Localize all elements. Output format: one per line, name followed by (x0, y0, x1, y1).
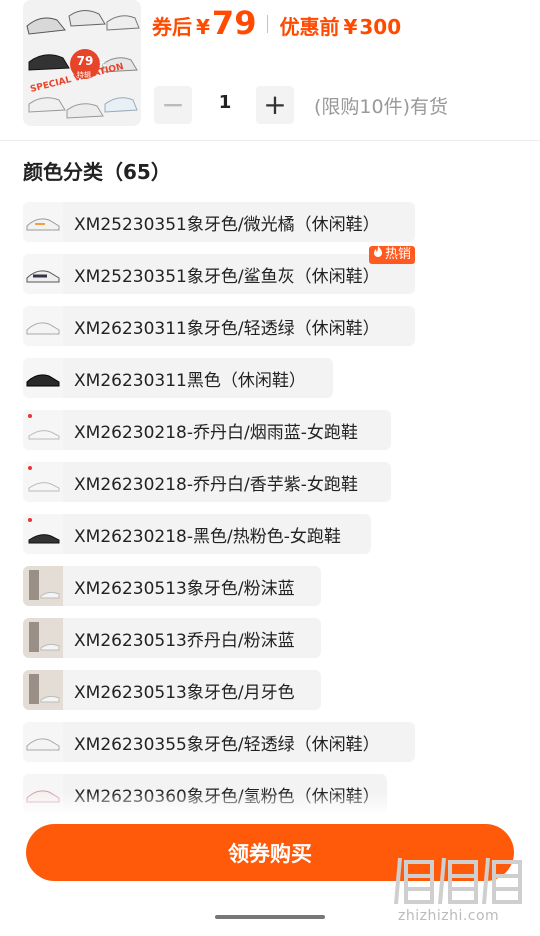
color-option[interactable]: XM26230513象牙色/粉沫蓝 (23, 566, 321, 606)
white-running-shoe-icon (23, 462, 63, 502)
color-option-label: XM26230218-乔丹白/烟雨蓝-女跑鞋 (74, 422, 358, 443)
color-option-label: XM26230513象牙色/月牙色 (74, 682, 295, 703)
home-indicator[interactable] (215, 915, 325, 919)
color-option-label: XM26230311黑色（休闲鞋） (74, 370, 306, 391)
color-option-label: XM26230311象牙色/轻透绿（休闲鞋） (74, 318, 380, 339)
product-summary: SPECIAL VACATION 79 元 特辑 券后 ¥ 79 优惠前 ¥ 3… (0, 0, 540, 141)
thumb-badge-unit: 元 (99, 59, 106, 67)
increment-button[interactable]: + (256, 86, 294, 124)
color-option[interactable]: XM26230218-黑色/热粉色-女跑鞋 (23, 514, 371, 554)
watermark-text: zhizhizhi.com (398, 908, 500, 924)
model-photo-icon (23, 618, 63, 658)
hot-sale-badge-text: 热销 (384, 247, 411, 262)
model-photo-icon (23, 566, 63, 606)
color-option[interactable]: XM25230351象牙色/微光橘（休闲鞋） (23, 202, 415, 242)
color-option[interactable]: XM26230311黑色（休闲鞋） (23, 358, 333, 398)
color-option-label: XM25230351象牙色/鲨鱼灰（休闲鞋） (74, 266, 380, 287)
plus-icon: + (263, 88, 287, 121)
white-gray-sneaker-icon (23, 254, 63, 294)
color-option-label: XM26230513象牙色/粉沫蓝 (74, 578, 295, 599)
stock-note: (限购10件)有货 (314, 96, 449, 118)
original-price: 300 (359, 15, 402, 39)
color-option-label: XM25230351象牙色/微光橘（休闲鞋） (74, 214, 380, 235)
flame-icon (373, 246, 383, 264)
original-currency-symbol: ¥ (343, 15, 358, 39)
color-option[interactable]: XM26230355象牙色/轻透绿（休闲鞋） (23, 722, 415, 762)
minus-icon: − (161, 88, 185, 121)
color-option[interactable]: XM26230513象牙色/月牙色 (23, 670, 321, 710)
color-option-label: XM26230355象牙色/轻透绿（休闲鞋） (74, 734, 380, 755)
white-sneaker-icon (23, 722, 63, 762)
currency-symbol: ¥ (196, 15, 210, 39)
original-price-label: 优惠前 (279, 15, 340, 39)
list-fade (0, 792, 540, 816)
quantity-value[interactable]: 1 (210, 92, 240, 113)
price-row: 券后 ¥ 79 优惠前 ¥ 300 (152, 4, 401, 44)
thumb-badge-sub: 特辑 (77, 71, 91, 79)
color-option-label: XM26230218-黑色/热粉色-女跑鞋 (74, 526, 341, 547)
black-sneaker-icon (23, 358, 63, 398)
coupon-price-label: 券后 (152, 15, 192, 39)
coupon-price: 79 (211, 4, 257, 42)
price-divider (267, 15, 269, 33)
hot-sale-badge: 热销 (368, 246, 415, 264)
black-running-shoe-icon (23, 514, 63, 554)
product-thumbnail[interactable]: SPECIAL VACATION 79 元 特辑 (23, 0, 141, 126)
color-option-label: XM26230218-乔丹白/香芋紫-女跑鞋 (74, 474, 358, 495)
color-section-title: 颜色分类（65） (23, 160, 171, 184)
white-running-shoe-icon (23, 410, 63, 450)
color-option[interactable]: XM26230218-乔丹白/烟雨蓝-女跑鞋 (23, 410, 391, 450)
color-option[interactable]: XM26230218-乔丹白/香芋紫-女跑鞋 (23, 462, 391, 502)
color-option[interactable]: XM26230513乔丹白/粉沫蓝 (23, 618, 321, 658)
model-photo-icon (23, 670, 63, 710)
decrement-button[interactable]: − (154, 86, 192, 124)
white-sneaker-icon (23, 306, 63, 346)
color-option[interactable]: XM26230311象牙色/轻透绿（休闲鞋） (23, 306, 415, 346)
color-option[interactable]: XM25230351象牙色/鲨鱼灰（休闲鞋） 热销 (23, 246, 415, 294)
white-orange-sneaker-icon (23, 202, 63, 242)
watermark-logo (394, 857, 522, 905)
color-option-label: XM26230513乔丹白/粉沫蓝 (74, 630, 295, 651)
thumb-badge-price: 79 (76, 54, 94, 68)
